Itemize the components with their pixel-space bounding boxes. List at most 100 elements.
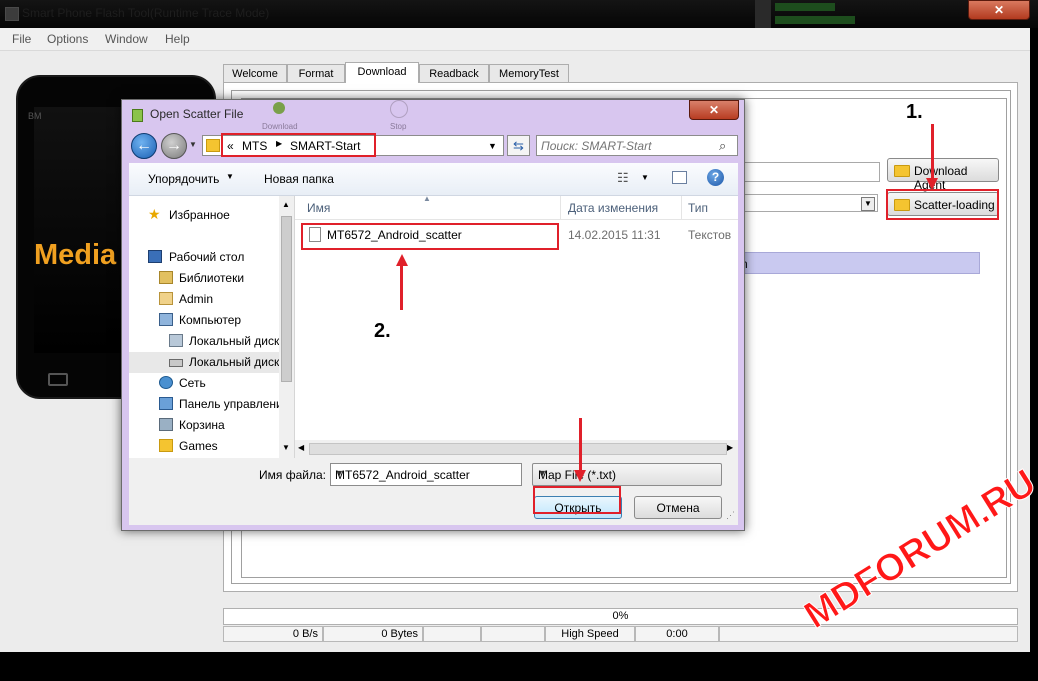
status-bytes: 0 Bytes <box>323 626 423 642</box>
nav-item-network[interactable]: Сеть <box>129 373 279 394</box>
search-input[interactable] <box>541 138 711 153</box>
scroll-left-icon[interactable]: ◀ <box>298 443 304 452</box>
chevron-down-icon[interactable]: ▼ <box>641 173 649 182</box>
arrow-3-head <box>574 470 586 482</box>
scrollbar-thumb[interactable] <box>281 216 292 382</box>
nav-item-label: Панель управления <box>179 397 279 411</box>
dialog-close-button[interactable]: ✕ <box>689 100 739 120</box>
view-options-icon[interactable]: ☷ <box>617 170 629 186</box>
control-panel-icon <box>159 397 173 410</box>
nav-item-local-disk[interactable]: Локальный диск <box>129 331 279 352</box>
highlight-open-button <box>533 486 621 514</box>
computer-icon <box>159 313 173 326</box>
scroll-right-icon[interactable]: ▶ <box>727 443 733 452</box>
sort-ascending-icon: ▲ <box>423 194 431 203</box>
scroll-up-icon[interactable]: ▲ <box>282 200 290 209</box>
phone-brand-label: Media <box>34 239 117 271</box>
nav-item-label: Библиотеки <box>179 271 245 285</box>
highlight-breadcrumb <box>221 133 376 157</box>
progress-text: 0% <box>612 610 629 622</box>
menu-options[interactable]: Options <box>47 32 88 46</box>
dialog-footer: Имя файла: MT6572_Android_scatter ▼ Map … <box>129 458 738 525</box>
chevron-down-icon: ▼ <box>226 172 234 181</box>
library-icon <box>159 271 173 284</box>
tab-download[interactable]: Download <box>345 62 419 83</box>
menu-help[interactable]: Help <box>165 32 190 46</box>
chevron-down-icon[interactable]: ▼ <box>488 141 497 151</box>
nav-item-local-disk-selected[interactable]: Локальный диск <box>129 352 279 373</box>
filename-label: Имя файла: <box>259 468 326 482</box>
download-agent-button[interactable]: Download Agent <box>887 158 999 192</box>
nav-item-desktop[interactable]: Рабочий стол <box>129 247 279 268</box>
phone-badge: BM <box>28 111 42 121</box>
step-1-label: 1. <box>906 101 923 123</box>
nav-item-libraries[interactable]: Библиотеки <box>129 268 279 289</box>
nav-item-control-panel[interactable]: Панель управления <box>129 394 279 415</box>
folder-icon <box>159 439 173 452</box>
star-icon: ★ <box>148 206 161 222</box>
dialog-body: Упорядочить ▼ Новая папка ☷ ▼ ? ★ Избран… <box>129 163 738 525</box>
window-title: Smart Phone Flash Tool(Runtime Trace Mod… <box>22 6 270 20</box>
scroll-down-icon[interactable]: ▼ <box>282 443 290 452</box>
menu-bar: File Options Window Help <box>0 28 1030 51</box>
download-agent-path-field[interactable] <box>740 162 880 182</box>
user-folder-icon <box>159 292 173 305</box>
column-type[interactable]: Тип <box>688 201 708 215</box>
recent-pages-dropdown[interactable]: ▼ <box>189 140 197 149</box>
window-close-button[interactable]: ✕ <box>968 0 1030 20</box>
search-icon[interactable]: ⌕ <box>719 138 726 154</box>
scatter-path-select[interactable]: ▼ <box>740 194 878 212</box>
arrow-2-shaft <box>400 264 403 310</box>
nav-item-label: Games <box>179 439 218 453</box>
organize-button[interactable]: Упорядочить <box>148 172 219 186</box>
tab-welcome[interactable]: Welcome <box>223 64 287 82</box>
nav-item-games[interactable]: Games <box>129 436 279 456</box>
menu-file[interactable]: File <box>12 32 31 46</box>
refresh-button[interactable]: ⇆ <box>507 135 530 156</box>
nav-item-admin[interactable]: Admin <box>129 289 279 310</box>
tab-format[interactable]: Format <box>287 64 345 82</box>
highlight-file-row <box>301 223 559 250</box>
highlight-scatter-loading <box>886 189 999 220</box>
nav-item-favorites[interactable]: ★ Избранное <box>129 205 279 226</box>
status-bar: 0 B/s 0 Bytes High Speed 0:00 <box>223 626 1018 642</box>
nav-item-recycle-bin[interactable]: Корзина <box>129 415 279 436</box>
ghost-download-label: Download <box>262 122 298 131</box>
status-cell-empty <box>719 626 1018 642</box>
column-name[interactable]: Имя <box>307 201 330 215</box>
search-box[interactable]: ⌕ <box>536 135 738 156</box>
back-button[interactable]: ← <box>131 133 157 159</box>
help-icon[interactable]: ? <box>707 169 724 186</box>
command-bar: Упорядочить ▼ Новая папка ☷ ▼ ? <box>129 163 738 196</box>
nav-item-label: Локальный диск <box>189 334 279 348</box>
scrollbar-thumb[interactable] <box>309 443 727 455</box>
tab-memorytest[interactable]: MemoryTest <box>489 64 569 82</box>
filetype-select[interactable]: Map File (*.txt) ▼ <box>532 463 722 486</box>
new-folder-button[interactable]: Новая папка <box>264 172 334 186</box>
nav-item-label: Компьютер <box>179 313 242 327</box>
step-2-label: 2. <box>374 320 391 342</box>
chevron-down-icon: ▼ <box>538 468 547 478</box>
status-cell-empty <box>423 626 481 642</box>
nav-item-label: Корзина <box>179 418 225 432</box>
preview-pane-icon[interactable] <box>672 171 687 184</box>
column-divider <box>560 196 561 219</box>
file-date: 14.02.2015 11:31 <box>568 228 661 242</box>
folder-icon <box>206 139 220 152</box>
resize-grip-icon[interactable]: ⋰ <box>726 510 735 521</box>
cancel-button[interactable]: Отмена <box>634 496 722 519</box>
recycle-bin-icon <box>159 418 173 431</box>
filename-input[interactable]: MT6572_Android_scatter ▼ <box>330 463 522 486</box>
dialog-app-icon <box>132 109 143 122</box>
horizontal-scrollbar[interactable]: ◀ ▶ <box>295 440 738 458</box>
nav-item-label: Admin <box>179 292 214 306</box>
column-date[interactable]: Дата изменения <box>568 201 658 215</box>
navigation-scrollbar[interactable]: ▲ ▼ <box>279 196 294 458</box>
menu-window[interactable]: Window <box>105 32 148 46</box>
chevron-down-icon[interactable]: ▼ <box>335 468 518 478</box>
forward-button[interactable]: → <box>161 133 187 159</box>
desktop-strip <box>0 652 1030 681</box>
file-type: Текстовы <box>688 228 731 242</box>
tab-readback[interactable]: Readback <box>419 64 489 82</box>
nav-item-computer[interactable]: Компьютер <box>129 310 279 331</box>
